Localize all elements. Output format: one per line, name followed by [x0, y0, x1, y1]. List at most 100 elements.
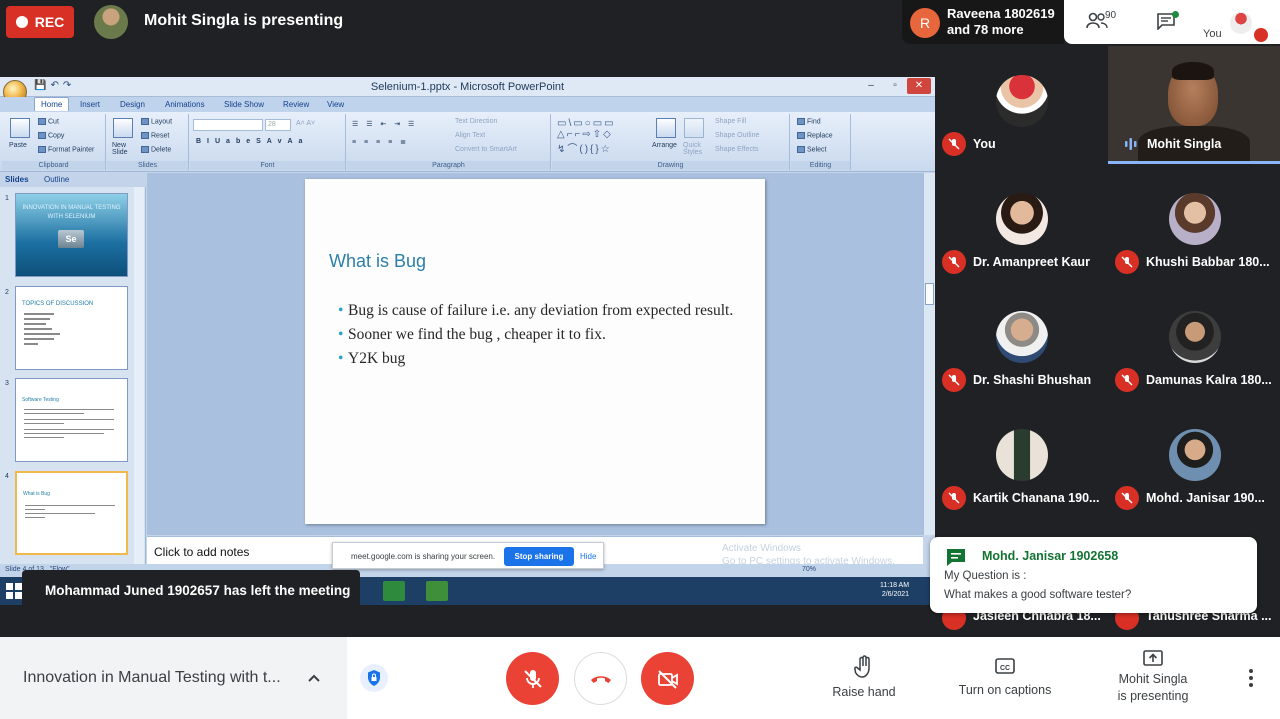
- shape-outline-button[interactable]: Shape Outline: [715, 132, 759, 139]
- mic-off-icon: [942, 132, 966, 156]
- presenting-title: Mohit Singla is presenting: [144, 12, 344, 29]
- tab-review[interactable]: Review: [277, 98, 315, 111]
- quick-styles-button[interactable]: Quick Styles: [683, 142, 707, 156]
- paste-button[interactable]: Paste: [9, 142, 27, 149]
- pane-scrollbar[interactable]: [134, 187, 144, 567]
- shapes-gallery[interactable]: ▭\▭○▭▭ △⌐⌐⇨⇧◇ ↯⌒(){}☆: [557, 118, 616, 155]
- grow-font-button[interactable]: A˄ A˅: [296, 120, 315, 127]
- pane-tab-outline[interactable]: Outline: [44, 175, 69, 184]
- slide-thumbnail-selected[interactable]: What is Bug: [15, 471, 128, 555]
- recent-participants-chip[interactable]: R Raveena 1802619 and 78 more: [902, 0, 1064, 44]
- chat-icon: [947, 549, 965, 566]
- meeting-details-toggle[interactable]: Innovation in Manual Testing with t...: [0, 637, 347, 719]
- arrange-button[interactable]: Arrange: [652, 142, 677, 149]
- current-slide[interactable]: What is Bug Bug is cause of failure i.e.…: [305, 179, 765, 524]
- windows-start-icon[interactable]: [6, 583, 22, 599]
- shape-effects-button[interactable]: Shape Effects: [715, 146, 758, 153]
- mic-toggle-button[interactable]: [506, 652, 559, 705]
- align-buttons[interactable]: ≡ ≡ ≡ ≡ ≣: [352, 138, 409, 146]
- participant-avatar: [1169, 429, 1221, 481]
- participant-tile[interactable]: Dr. Amanpreet Kaur: [935, 164, 1107, 282]
- align-text-button[interactable]: Align Text: [455, 132, 485, 139]
- participant-tile[interactable]: You: [935, 46, 1107, 164]
- ppt-title-bar: 💾↶↷ Selenium-1.pptx - Microsoft PowerPoi…: [0, 77, 935, 104]
- participant-tile[interactable]: Damunas Kalra 180...: [1108, 282, 1280, 400]
- participant-tile[interactable]: Khushi Babbar 180...: [1108, 164, 1280, 282]
- tab-view[interactable]: View: [321, 98, 350, 111]
- slide-thumbnail[interactable]: INNOVATION IN MANUAL TESTING WITH SELENI…: [15, 193, 128, 277]
- thumb-title: What is Bug: [23, 491, 50, 497]
- participant-tile-speaking[interactable]: Mohit Singla: [1108, 46, 1280, 164]
- select-button[interactable]: Select: [797, 146, 826, 153]
- font-size-field[interactable]: 28: [265, 119, 291, 131]
- tab-slide-show[interactable]: Slide Show: [218, 98, 270, 111]
- new-slide-button[interactable]: New Slide: [112, 142, 140, 156]
- captions-button[interactable]: CC Turn on captions: [950, 655, 1060, 697]
- cut-button[interactable]: Cut: [38, 118, 59, 125]
- self-avatar[interactable]: [1230, 12, 1252, 34]
- chevron-up-icon: [308, 674, 320, 682]
- mic-off-icon: [1254, 28, 1268, 42]
- reset-button[interactable]: Reset: [141, 132, 169, 139]
- mic-off-icon: [523, 669, 542, 688]
- scroll-thumb[interactable]: [925, 283, 934, 305]
- text-direction-button[interactable]: Text Direction: [455, 118, 497, 125]
- participant-tile[interactable]: Kartik Chanana 190...: [935, 400, 1107, 518]
- raise-hand-button[interactable]: Raise hand: [823, 655, 905, 699]
- present-screen-icon: [1143, 650, 1163, 666]
- group-label: Font: [190, 161, 345, 170]
- participant-avatar: R: [910, 8, 940, 38]
- camera-toggle-button[interactable]: [641, 652, 694, 705]
- zoom-level[interactable]: 70%: [802, 566, 816, 573]
- convert-smartart-button[interactable]: Convert to SmartArt: [455, 146, 517, 153]
- mic-off-icon: [1115, 250, 1139, 274]
- replace-button[interactable]: Replace: [797, 132, 833, 139]
- slide-thumbnail[interactable]: Software Testing: [15, 378, 128, 462]
- shape-fill-button[interactable]: Shape Fill: [715, 118, 746, 125]
- mic-off-icon: [1115, 368, 1139, 392]
- list-buttons[interactable]: ☰ ☰ ⇤ ⇥ ☰: [352, 120, 417, 128]
- stop-sharing-button[interactable]: Stop sharing: [504, 547, 574, 566]
- group-label: Drawing: [552, 161, 789, 170]
- participant-tile[interactable]: Mohd. Janisar 190...: [1108, 400, 1280, 518]
- hand-icon: [854, 655, 870, 678]
- app-icon[interactable]: [426, 581, 448, 601]
- layout-button[interactable]: Layout: [141, 118, 172, 125]
- minimize-button[interactable]: –: [859, 78, 883, 94]
- more-options-icon[interactable]: [1244, 667, 1258, 689]
- tab-animations[interactable]: Animations: [159, 98, 211, 111]
- font-name-field[interactable]: [193, 119, 263, 131]
- bullet-item: Y2K bug: [338, 349, 745, 369]
- presenting-line2: is presenting: [1117, 689, 1189, 703]
- hide-button[interactable]: Hide: [580, 552, 596, 561]
- host-controls-button[interactable]: [360, 664, 388, 692]
- vertical-scrollbar[interactable]: [923, 173, 935, 535]
- record-dot-icon: [15, 16, 28, 28]
- tab-design[interactable]: Design: [114, 98, 151, 111]
- paste-icon[interactable]: [10, 118, 30, 138]
- format-painter-button[interactable]: Format Painter: [38, 146, 94, 153]
- find-button[interactable]: Find: [797, 118, 821, 125]
- maximize-button[interactable]: ▫: [883, 78, 907, 94]
- tab-home[interactable]: Home: [34, 97, 70, 111]
- delete-button[interactable]: Delete: [141, 146, 171, 153]
- delete-icon: [141, 146, 149, 153]
- leave-call-button[interactable]: [574, 652, 627, 705]
- slide-thumbnail[interactable]: TOPICS OF DISCUSSION: [15, 286, 128, 370]
- close-button[interactable]: ✕: [907, 78, 931, 94]
- presentation-button[interactable]: Mohit Singla is presenting: [1102, 649, 1204, 705]
- copy-button[interactable]: Copy: [38, 132, 64, 139]
- font-style-buttons[interactable]: BIUabeSAvAa: [196, 138, 308, 145]
- slide-title[interactable]: What is Bug: [329, 251, 426, 272]
- pane-tab-slides[interactable]: Slides: [5, 175, 29, 184]
- excel-app-icon[interactable]: [383, 581, 405, 601]
- new-slide-icon[interactable]: [113, 118, 133, 138]
- mic-off-icon: [1115, 486, 1139, 510]
- participant-tile[interactable]: Dr. Shashi Bhushan: [935, 282, 1107, 400]
- slide-body[interactable]: Bug is cause of failure i.e. any deviati…: [338, 301, 745, 373]
- people-count: 90: [1105, 10, 1117, 21]
- chat-message-toast[interactable]: Mohd. Janisar 1902658 My Question is : W…: [930, 537, 1257, 613]
- tab-insert[interactable]: Insert: [74, 98, 106, 111]
- quick-styles-icon[interactable]: [684, 118, 704, 138]
- arrange-icon[interactable]: [656, 118, 676, 138]
